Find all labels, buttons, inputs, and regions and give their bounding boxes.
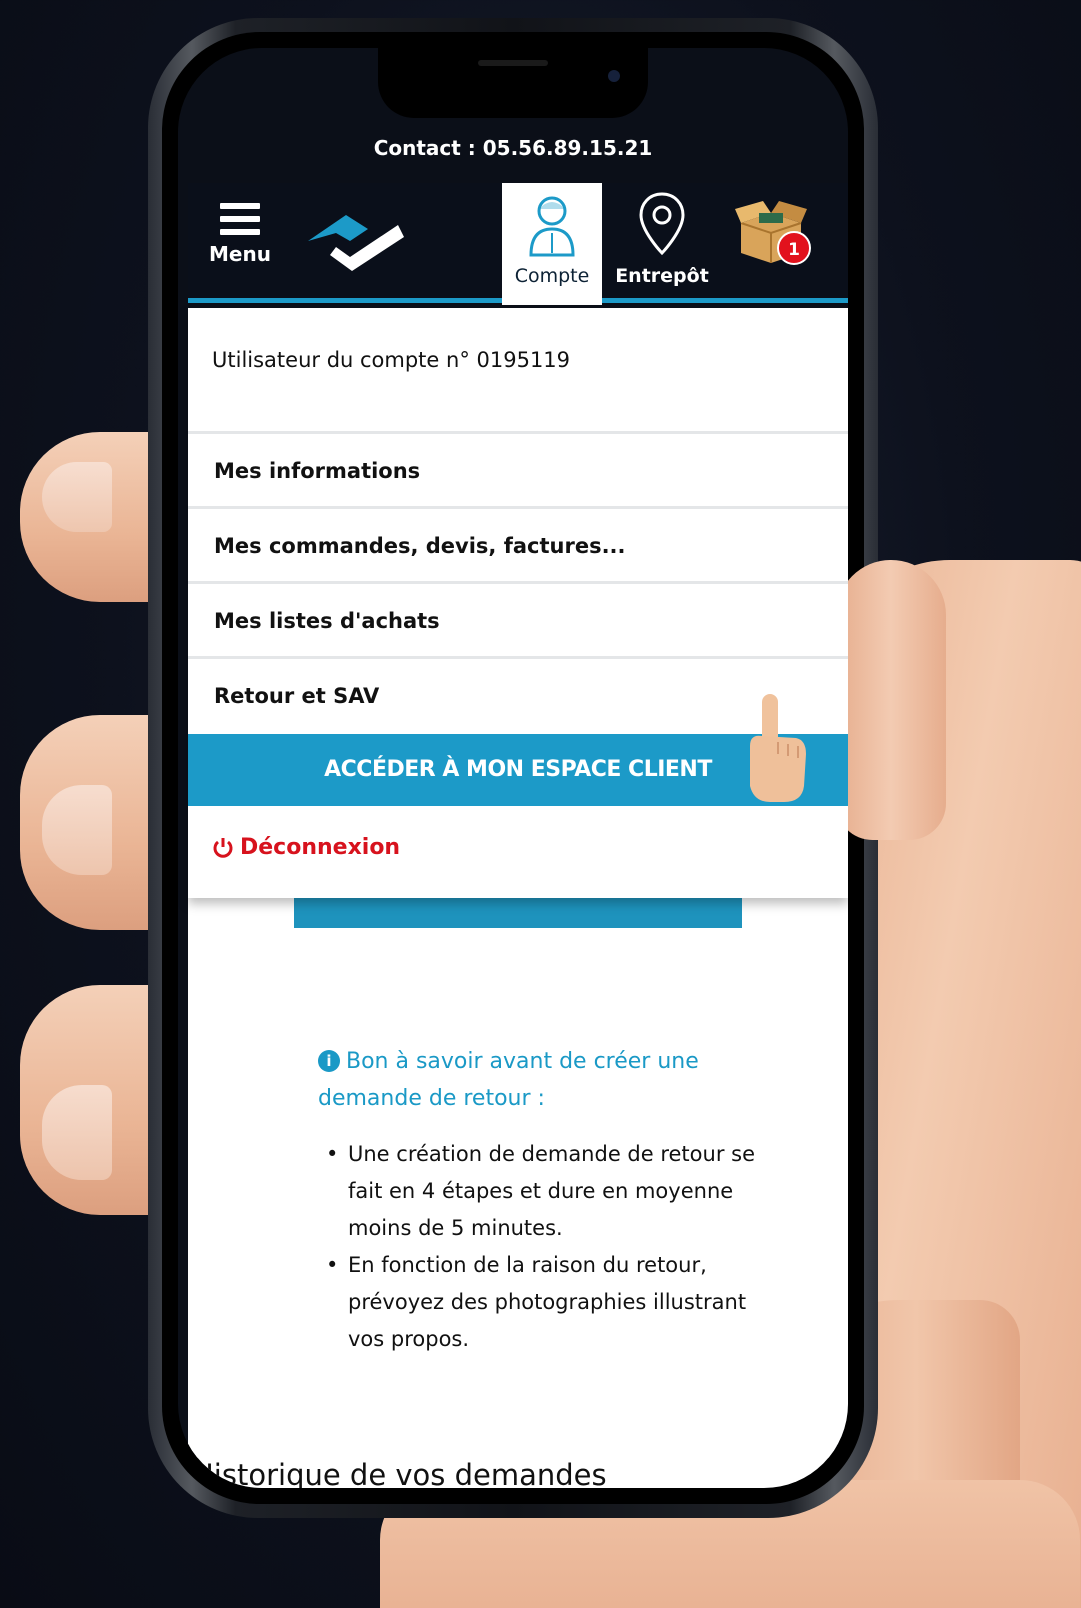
cart-button[interactable]: 1 [733,195,823,275]
account-dropdown: Utilisateur du compte n° 0195119 Mes inf… [188,308,848,898]
list-item: Une création de demande de retour se fai… [318,1136,758,1247]
power-icon [213,838,233,858]
menu-item-commandes[interactable]: Mes commandes, devis, factures... [188,509,848,584]
account-user-number: Utilisateur du compte n° 0195119 [188,308,848,434]
contact-phone[interactable]: Contact : 05.56.89.15.21 [178,136,848,160]
tab-account[interactable]: Compte [502,183,602,305]
menu-label: Menu [209,242,271,266]
customer-space-label: ACCÉDER À MON ESPACE CLIENT [324,757,712,782]
customer-space-button[interactable]: ACCÉDER À MON ESPACE CLIENT [188,694,848,806]
pointing-hand-icon [750,694,806,802]
hamburger-icon [220,203,260,235]
history-heading: Historique de vos demandes [188,1446,848,1488]
info-title: Bon à savoir avant de créer une demande … [318,1049,699,1111]
info-bullets: Une création de demande de retour se fai… [318,1136,758,1358]
hand-thumb [836,560,946,840]
list-item: En fonction de la raison du retour, prév… [318,1247,758,1358]
phone-screen: Contact : 05.56.89.15.21 Menu Compte Ent… [178,48,848,1488]
brand-logo[interactable] [306,211,406,275]
menu-button[interactable]: Menu [203,203,277,288]
location-pin-icon [639,192,685,256]
info-icon: i [318,1050,340,1072]
speaker [478,60,548,66]
menu-item-informations[interactable]: Mes informations [188,434,848,509]
cart-badge: 1 [777,231,811,265]
info-notice: i Bon à savoir avant de créer une demande… [318,1043,758,1117]
logout-label: Déconnexion [240,835,401,860]
phone-notch [378,48,648,118]
tab-warehouse[interactable]: Entrepôt [606,183,718,305]
user-icon [529,196,575,257]
menu-item-listes-achats[interactable]: Mes listes d'achats [188,584,848,659]
phone-bezel: Contact : 05.56.89.15.21 Menu Compte Ent… [162,32,864,1504]
front-camera [608,70,620,82]
tab-warehouse-label: Entrepôt [615,265,709,287]
create-request-button[interactable] [294,898,742,928]
page-body: i Bon à savoir avant de créer une demande… [188,898,848,1458]
logout-link[interactable]: Déconnexion [188,806,848,896]
app-header: Menu Compte Entrepôt 1 [188,183,848,305]
tab-account-label: Compte [514,265,590,287]
phone-frame: Contact : 05.56.89.15.21 Menu Compte Ent… [148,18,878,1518]
